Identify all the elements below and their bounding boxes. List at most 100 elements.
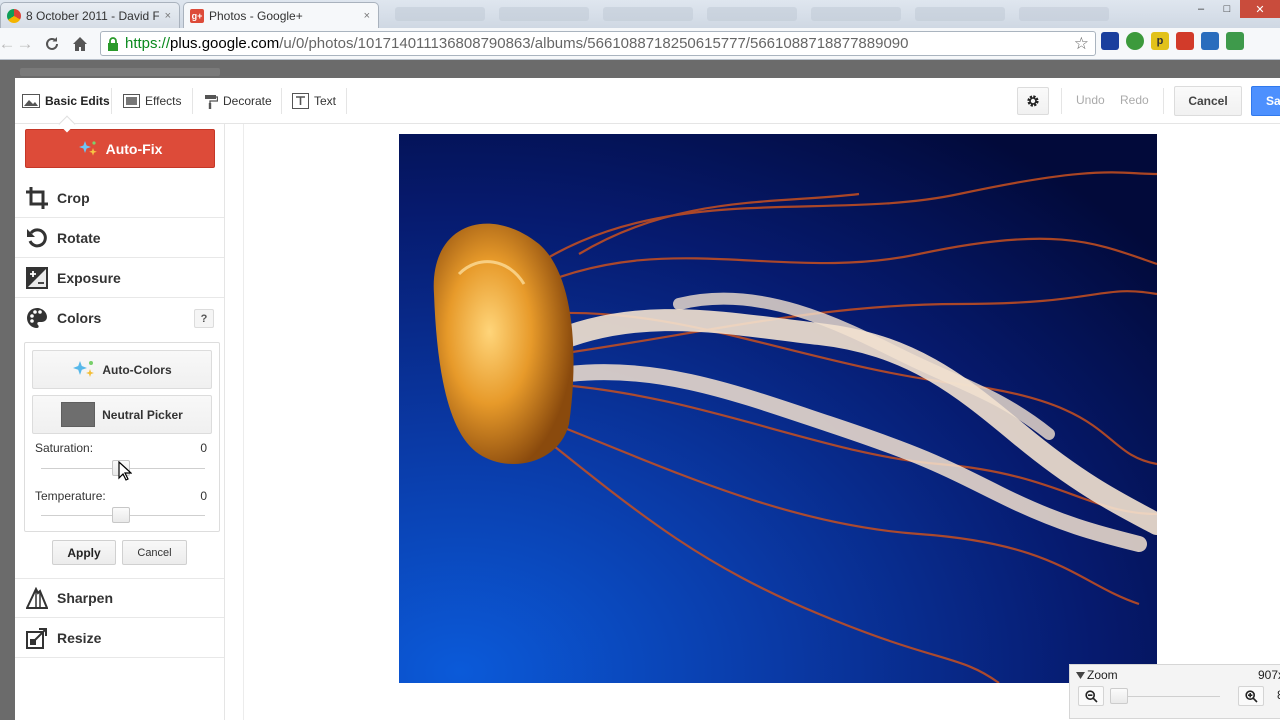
colors-help-button[interactable]: ? bbox=[194, 309, 214, 328]
tab-basic-edits[interactable]: Basic Edits bbox=[22, 92, 110, 110]
sidebar-item-crop[interactable]: Crop bbox=[15, 178, 224, 218]
exposure-icon bbox=[25, 266, 49, 290]
sidebar-item-exposure[interactable]: Exposure bbox=[15, 258, 224, 298]
mouse-cursor-icon bbox=[118, 460, 133, 484]
colors-cancel-button[interactable]: Cancel bbox=[122, 540, 187, 565]
page-overlay-top bbox=[0, 60, 1280, 78]
sparkle-icon bbox=[73, 360, 95, 377]
url-scheme: https:// bbox=[125, 35, 171, 52]
temperature-value: 0 bbox=[200, 489, 207, 503]
settings-button[interactable] bbox=[1017, 87, 1049, 115]
save-button[interactable]: Save bbox=[1251, 86, 1280, 116]
paint-roller-icon bbox=[205, 94, 218, 109]
sidebar-item-resize[interactable]: Resize bbox=[15, 618, 224, 658]
photo-editor: Basic Edits Effects Decorate Text Undo R… bbox=[15, 78, 1280, 720]
sidebar-item-rotate[interactable]: Rotate bbox=[15, 218, 224, 258]
home-icon[interactable] bbox=[67, 31, 93, 57]
tab-label: Text bbox=[314, 94, 337, 108]
zoom-slider-track[interactable] bbox=[1116, 696, 1220, 697]
extension-search-icon[interactable] bbox=[1201, 32, 1219, 50]
neutral-swatch bbox=[61, 402, 96, 427]
sidebar-item-label: Resize bbox=[57, 629, 102, 646]
tab-decorate[interactable]: Decorate bbox=[204, 92, 272, 110]
sidebar-item-label: Sharpen bbox=[57, 590, 114, 606]
browser-tab-1[interactable]: 8 October 2011 - David Fro × bbox=[0, 2, 180, 28]
close-window-button[interactable]: ✕ bbox=[1240, 0, 1280, 18]
auto-colors-button[interactable]: Auto-Colors bbox=[32, 350, 212, 389]
editor-toolbar: Basic Edits Effects Decorate Text Undo R… bbox=[15, 78, 1280, 124]
neutral-picker-label: Neutral Picker bbox=[102, 407, 183, 422]
rotate-icon bbox=[25, 226, 49, 250]
reload-icon[interactable] bbox=[39, 31, 65, 57]
crop-icon bbox=[25, 186, 49, 210]
extension-icons: p bbox=[1101, 32, 1244, 50]
sidebar-item-label: Exposure bbox=[57, 269, 121, 286]
extension-refresh-icon[interactable] bbox=[1126, 32, 1144, 50]
extension-flag-icon[interactable] bbox=[1101, 32, 1119, 50]
sidebar-item-colors[interactable]: Colors ? bbox=[15, 298, 224, 338]
url-host: plus.google.com bbox=[170, 35, 280, 52]
saturation-label: Saturation: bbox=[35, 441, 94, 455]
extension-p-icon[interactable]: p bbox=[1151, 32, 1169, 50]
tab-close-icon[interactable]: × bbox=[364, 10, 370, 22]
tab-label: Effects bbox=[145, 94, 182, 108]
zoom-label: Zoom bbox=[1087, 668, 1118, 682]
zoom-in-button[interactable] bbox=[1238, 686, 1264, 706]
neutral-picker-button[interactable]: Neutral Picker bbox=[32, 395, 212, 434]
sharpen-icon bbox=[25, 586, 49, 610]
tab-title: Photos - Google+ bbox=[209, 8, 303, 23]
sidebar-item-sharpen[interactable]: Sharpen bbox=[15, 578, 224, 618]
bookmark-star-icon[interactable]: ☆ bbox=[1074, 34, 1089, 54]
auto-colors-label: Auto-Colors bbox=[102, 362, 172, 377]
sparkle-icon bbox=[78, 140, 97, 156]
redo-button[interactable]: Redo bbox=[1120, 93, 1149, 107]
extension-arrow-icon[interactable] bbox=[1176, 32, 1194, 50]
url-path: /u/0/photos/101714011136808790863/albums… bbox=[279, 35, 909, 52]
auto-fix-label: Auto-Fix bbox=[105, 140, 163, 157]
photo-canvas-area: Zoom 907x 8 bbox=[243, 124, 1280, 720]
resize-icon bbox=[25, 626, 49, 650]
temperature-slider-thumb[interactable] bbox=[112, 507, 130, 523]
google-plus-favicon-icon: g+ bbox=[190, 8, 204, 23]
zoom-slider-thumb[interactable] bbox=[1110, 688, 1128, 704]
chrome-favicon-icon bbox=[7, 8, 21, 23]
minimize-button[interactable]: – bbox=[1188, 0, 1214, 18]
zoom-resolution: 907x bbox=[1258, 668, 1280, 682]
image-icon bbox=[22, 94, 40, 108]
lock-icon bbox=[105, 36, 121, 52]
background-tabs bbox=[395, 4, 1235, 24]
colors-panel: Auto-Colors Neutral Picker Saturation: 0… bbox=[24, 342, 220, 532]
maximize-button[interactable]: □ bbox=[1214, 0, 1240, 18]
window-controls: – □ ✕ bbox=[1188, 0, 1280, 18]
tab-close-icon[interactable]: × bbox=[165, 10, 171, 22]
zoom-toggle[interactable]: Zoom bbox=[1076, 668, 1118, 682]
tab-text[interactable]: Text bbox=[292, 92, 336, 110]
triangle-down-icon bbox=[1076, 671, 1085, 679]
tab-label: Decorate bbox=[223, 94, 272, 108]
forward-arrow-icon[interactable]: → bbox=[12, 31, 38, 57]
zoom-panel: Zoom 907x 8 bbox=[1069, 664, 1280, 719]
address-bar[interactable]: https://plus.google.com/u/0/photos/10171… bbox=[100, 31, 1096, 56]
cancel-button[interactable]: Cancel bbox=[1174, 86, 1242, 116]
effects-icon bbox=[123, 94, 140, 108]
page-overlay-left bbox=[0, 78, 15, 720]
zoom-out-icon bbox=[1084, 689, 1098, 703]
zoom-in-icon bbox=[1244, 689, 1258, 703]
sidebar-item-label: Crop bbox=[57, 189, 90, 206]
browser-toolbar: ← → https://plus.google.com/u/0/photos/1… bbox=[0, 28, 1280, 60]
tab-effects[interactable]: Effects bbox=[123, 92, 181, 110]
undo-button[interactable]: Undo bbox=[1076, 93, 1105, 107]
extension-chat-icon[interactable] bbox=[1226, 32, 1244, 50]
jellyfish-photo[interactable] bbox=[399, 134, 1157, 683]
saturation-value: 0 bbox=[200, 441, 207, 455]
gear-icon bbox=[1027, 95, 1039, 107]
browser-tab-strip: 8 October 2011 - David Fro × g+ Photos -… bbox=[0, 0, 1280, 28]
sidebar-item-label: Colors bbox=[57, 310, 102, 326]
auto-fix-button[interactable]: Auto-Fix bbox=[25, 129, 215, 168]
tab-title: 8 October 2011 - David Fro bbox=[26, 8, 159, 23]
edit-sidebar: Auto-Fix Crop Rotate Exposure Colors ? A… bbox=[15, 124, 225, 720]
zoom-out-button[interactable] bbox=[1078, 686, 1104, 706]
apply-button[interactable]: Apply bbox=[52, 540, 116, 565]
temperature-label: Temperature: bbox=[35, 489, 106, 503]
browser-tab-2[interactable]: g+ Photos - Google+ × bbox=[183, 2, 379, 28]
